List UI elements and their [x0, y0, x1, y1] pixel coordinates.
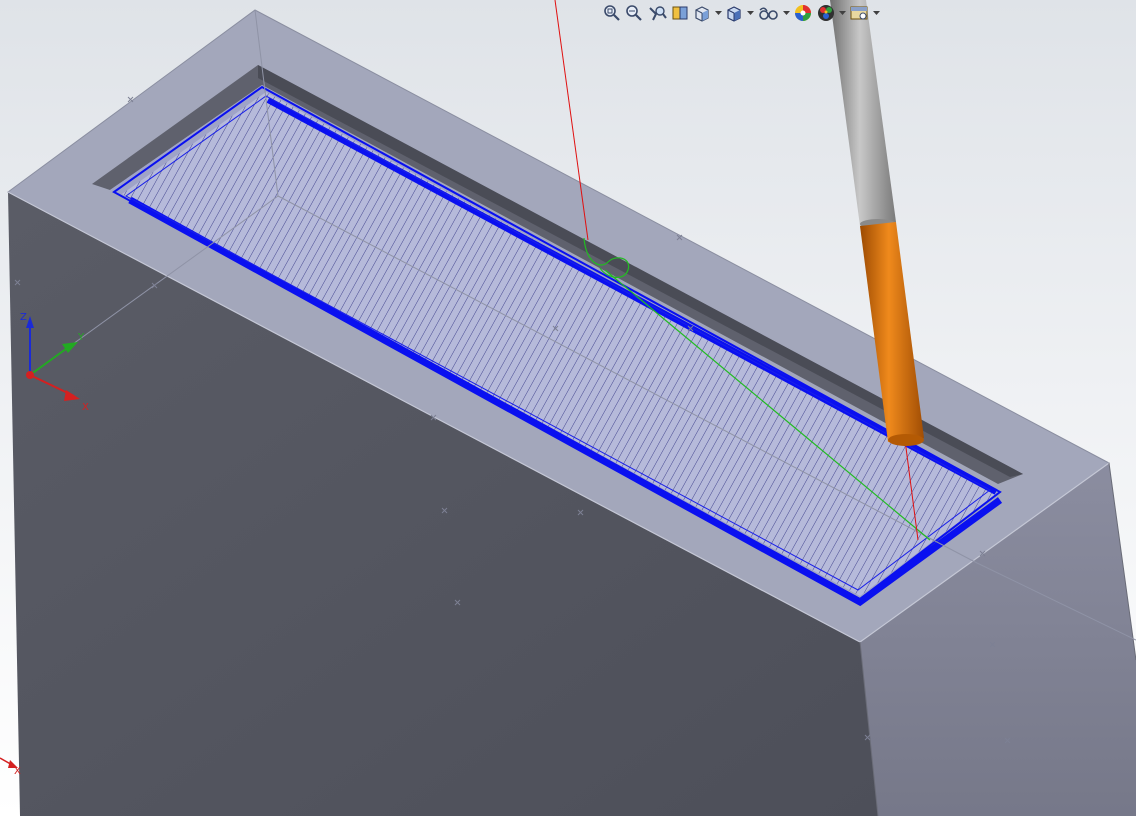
- previous-view-icon: [649, 6, 667, 21]
- view-settings-icon: [850, 6, 868, 20]
- hide-show-items-icon: [759, 7, 778, 20]
- triad-y-label: Y: [77, 332, 85, 343]
- section-view-button[interactable]: [670, 2, 690, 24]
- apply-scene-button[interactable]: [816, 2, 836, 24]
- origin-x-label: X: [14, 766, 21, 777]
- view-settings-button[interactable]: [848, 2, 870, 24]
- triad-x-label: X: [82, 402, 89, 413]
- apply-scene-dropdown[interactable]: [838, 2, 846, 24]
- chevron-down-icon: [782, 10, 790, 15]
- chevron-down-icon: [746, 10, 754, 15]
- previous-view-button[interactable]: [646, 2, 668, 24]
- display-style-dropdown[interactable]: [746, 2, 754, 24]
- graphics-viewport[interactable]: Z Y X X: [0, 0, 1136, 816]
- section-view-icon: [672, 6, 688, 20]
- edit-appearance-button[interactable]: [792, 2, 814, 24]
- view-settings-dropdown[interactable]: [872, 2, 880, 24]
- heads-up-view-toolbar: [602, 0, 880, 26]
- tool-shank: [830, 0, 896, 226]
- view-orientation-button[interactable]: [692, 2, 712, 24]
- display-style-button[interactable]: [724, 2, 744, 24]
- zoom-to-fit-button[interactable]: [602, 2, 622, 24]
- chevron-down-icon: [838, 10, 846, 15]
- view-orientation-dropdown[interactable]: [714, 2, 722, 24]
- edit-appearance-icon: [795, 5, 811, 21]
- display-style-icon: [727, 6, 741, 22]
- chevron-down-icon: [714, 10, 722, 15]
- origin-marker: X: [0, 757, 21, 777]
- hide-show-items-dropdown[interactable]: [782, 2, 790, 24]
- hide-show-items-button[interactable]: [756, 2, 780, 24]
- zoom-to-fit-icon: [604, 5, 620, 21]
- chevron-down-icon: [872, 10, 880, 15]
- apply-scene-icon: [818, 5, 834, 21]
- zoom-to-area-button[interactable]: [624, 2, 644, 24]
- zoom-to-area-icon: [626, 5, 642, 21]
- view-orientation-icon: [695, 6, 709, 22]
- triad-z-label: Z: [20, 312, 27, 323]
